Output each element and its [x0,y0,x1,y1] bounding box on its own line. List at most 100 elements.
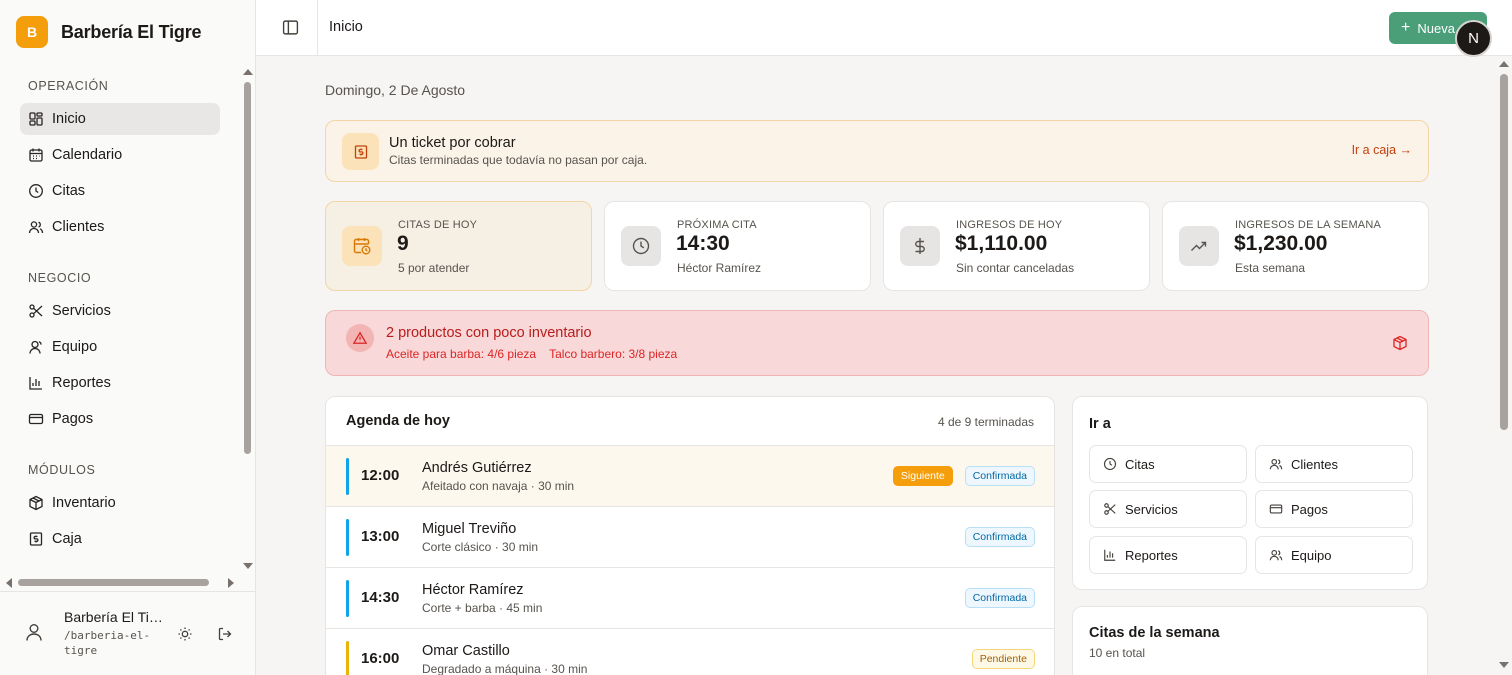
sidebar-nav: OPERACIÓN Inicio Calendario Citas Client… [20,70,220,570]
goto-label: Servicios [1125,501,1178,517]
avatar[interactable]: N [1455,20,1492,57]
section-title-modulos: MÓDULOS [28,463,96,477]
sidebar-scroll-right-arrow[interactable] [228,578,234,588]
sidebar-item-label: Pagos [52,411,94,427]
client-name: Héctor Ramírez [422,582,524,598]
sidebar-item-clientes[interactable]: Clientes [20,211,220,243]
sidebar-item-caja[interactable]: Caja [20,523,220,555]
appointment-time: 13:00 [361,528,400,545]
section-title-operacion: OPERACIÓN [28,79,109,93]
agenda-row[interactable]: 16:00 Omar Castillo Degradado a máquina … [326,629,1054,675]
sidebar-scroll-down-arrow[interactable] [243,563,253,569]
sidebar-item-label: Inicio [52,111,86,127]
sidebar: B Barbería El Tigre OPERACIÓN Inicio Cal… [0,0,256,675]
sun-icon[interactable] [177,626,193,642]
service-detail: Corte clásico · 30 min [422,540,539,554]
stat-value: $1,230.00 [1234,232,1328,255]
bar-chart-icon [1104,549,1116,561]
sidebar-item-servicios[interactable]: Servicios [20,295,220,327]
agenda-row[interactable]: 14:30 Héctor Ramírez Corte + barba · 45 … [326,568,1054,629]
plus-icon: + [1401,19,1411,36]
goto-clientes-button[interactable]: Clientes [1255,445,1413,483]
page-scroll-up-arrow[interactable] [1499,61,1509,67]
goto-reportes-button[interactable]: Reportes [1089,536,1247,574]
sidebar-item-label: Clientes [52,219,105,235]
stat-value: 14:30 [676,232,730,255]
appointment-time: 16:00 [361,650,400,667]
stat-subtext: Sin contar canceladas [956,261,1075,275]
status-badge: Pendiente [971,649,1035,669]
sidebar-item-citas[interactable]: Citas [20,175,220,207]
clock-icon [621,226,661,266]
sidebar-item-label: Caja [52,531,82,547]
goto-label: Reportes [1125,547,1178,563]
sidebar-scroll-left-arrow[interactable] [6,578,12,588]
week-subtitle: 10 en total [1089,646,1146,660]
sidebar-item-label: Citas [52,183,86,199]
ticket-icon [342,133,379,170]
go-to-cash-link[interactable]: Ir a caja → [1352,143,1412,157]
sidebar-item-label: Servicios [52,303,111,319]
sidebar-scroll-up-arrow[interactable] [243,69,253,75]
service-detail: Corte + barba · 45 min [422,601,543,615]
sidebar-horizontal-scrollbar[interactable] [18,579,209,586]
stat-card-citas-hoy[interactable]: CITAS DE HOY 9 5 por atender [325,201,592,291]
low-inventory-alert[interactable]: 2 productos con poco inventario Aceite p… [325,310,1429,376]
status-bar [346,519,349,556]
alert-title: 2 productos con poco inventario [386,325,592,341]
sidebar-item-label: Reportes [52,375,111,391]
agenda-title: Agenda de hoy [346,413,450,429]
service-detail: Afeitado con navaja · 30 min [422,479,575,493]
status-badge: Confirmada [964,588,1035,608]
brand[interactable]: B Barbería El Tigre [16,16,202,48]
goto-equipo-button[interactable]: Equipo [1255,536,1413,574]
clock-icon [29,184,43,198]
stat-card-ingresos-hoy[interactable]: INGRESOS DE HOY $1,110.00 Sin contar can… [883,201,1150,291]
stat-card-ingresos-semana[interactable]: INGRESOS DE LA SEMANA $1,230.00 Esta sem… [1162,201,1429,291]
goto-label: Pagos [1291,501,1328,517]
business-name: Barbería El Ti… [64,609,163,625]
page-vertical-scrollbar[interactable] [1500,74,1508,430]
stat-label: PRÓXIMA CITA [677,219,757,231]
sidebar-item-inicio[interactable]: Inicio [20,103,220,135]
goto-pagos-button[interactable]: Pagos [1255,490,1413,528]
scissors-icon [29,304,43,318]
user-icon [26,624,42,641]
credit-card-icon [1269,504,1283,514]
trending-up-icon [1179,226,1219,266]
dollar-icon [900,226,940,266]
status-bar [346,580,349,617]
goto-citas-button[interactable]: Citas [1089,445,1247,483]
clock-icon [1103,457,1117,471]
business-slug: /barberia-el-tigre [64,629,151,657]
logout-icon[interactable] [217,626,233,642]
sidebar-item-calendario[interactable]: Calendario [20,139,220,171]
agenda-row[interactable]: 12:00 Andrés Gutiérrez Afeitado con nava… [326,446,1054,507]
stat-label: INGRESOS DE HOY [956,219,1063,231]
sidebar-item-pagos[interactable]: Pagos [20,403,220,435]
warning-icon [346,324,374,352]
goto-title: Ir a [1089,416,1111,432]
stat-card-proxima-cita[interactable]: PRÓXIMA CITA 14:30 Héctor Ramírez [604,201,871,291]
client-name: Miguel Treviño [422,521,517,537]
sidebar-item-label: Equipo [52,339,98,355]
agenda-row[interactable]: 13:00 Miguel Treviño Corte clásico · 30 … [326,507,1054,568]
page-scroll-down-arrow[interactable] [1499,662,1509,668]
goto-label: Equipo [1291,547,1332,563]
goto-servicios-button[interactable]: Servicios [1089,490,1247,528]
sidebar-toggle-icon[interactable] [282,19,299,36]
ticket-banner: Un ticket por cobrar Citas terminadas qu… [325,120,1429,182]
weekly-appointments-card: Citas de la semana 10 en total [1072,606,1428,675]
stat-value: $1,110.00 [955,232,1048,255]
sidebar-item-equipo[interactable]: Equipo [20,331,220,363]
users-icon [1269,458,1283,470]
brand-name: Barbería El Tigre [61,21,202,42]
new-button-label: Nueva [1417,20,1455,36]
appointment-time: 12:00 [361,467,400,484]
stat-label: CITAS DE HOY [398,219,478,231]
appointment-time: 14:30 [361,589,400,606]
sidebar-vertical-scrollbar[interactable] [244,82,251,454]
sidebar-item-reportes[interactable]: Reportes [20,367,220,399]
goto-label: Clientes [1291,456,1338,472]
sidebar-item-inventario[interactable]: Inventario [20,487,220,519]
